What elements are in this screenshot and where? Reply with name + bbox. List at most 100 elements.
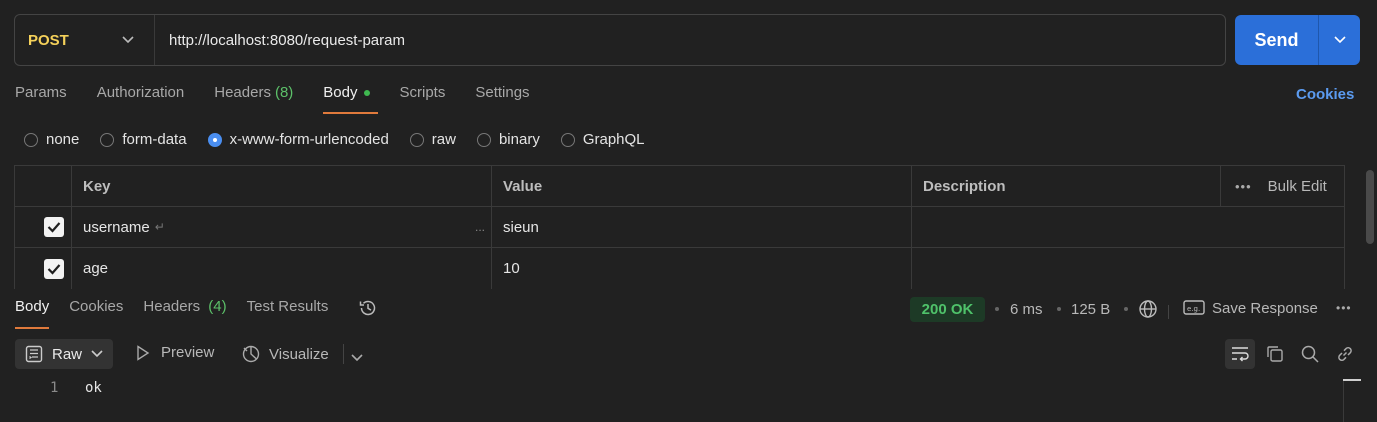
tab-label: Settings bbox=[475, 84, 530, 101]
raw-format-icon bbox=[25, 345, 43, 363]
description-cell[interactable] bbox=[912, 248, 1344, 289]
globe-icon bbox=[1139, 300, 1157, 318]
radio-raw[interactable]: raw bbox=[409, 131, 456, 148]
search-button[interactable] bbox=[1298, 342, 1322, 366]
radio-circle bbox=[476, 132, 491, 147]
method-select[interactable]: POST bbox=[15, 15, 155, 65]
visualize-button[interactable]: Visualize bbox=[241, 344, 329, 364]
radio-label: binary bbox=[498, 131, 540, 148]
tab-headers[interactable]: Headers (8) bbox=[214, 84, 293, 114]
response-size[interactable]: 125 B bbox=[1071, 301, 1110, 318]
send-options-button[interactable] bbox=[1319, 15, 1360, 65]
format-select[interactable]: Raw bbox=[15, 339, 113, 369]
divider bbox=[1168, 305, 1169, 319]
tab-label: Params bbox=[15, 84, 67, 101]
radio-label: GraphQL bbox=[582, 131, 645, 148]
history-button[interactable] bbox=[358, 298, 378, 329]
url-input[interactable] bbox=[155, 15, 1225, 65]
tab-settings[interactable]: Settings bbox=[475, 84, 529, 114]
radio-label: raw bbox=[431, 131, 456, 148]
radio-circle bbox=[24, 132, 38, 147]
radio-form-data[interactable]: form-data bbox=[100, 131, 187, 148]
save-response-label: Save Response bbox=[1212, 299, 1318, 317]
preview-label: Preview bbox=[161, 344, 215, 361]
tab-scripts[interactable]: Scripts bbox=[400, 84, 446, 114]
params-table: Key Value Description ••• Bulk Edit user… bbox=[14, 165, 1345, 289]
tab-label: Headers bbox=[214, 84, 271, 101]
value-cell[interactable]: sieun bbox=[492, 207, 912, 247]
tab-label: Authorization bbox=[96, 84, 185, 101]
body-type-selector: none form-data x-www-form-urlencoded raw… bbox=[24, 131, 666, 148]
radio-circle bbox=[409, 132, 424, 147]
radio-urlencoded[interactable]: x-www-form-urlencoded bbox=[207, 131, 389, 148]
send-button-group: Send bbox=[1235, 15, 1360, 65]
cookies-link[interactable]: Cookies bbox=[1296, 86, 1354, 103]
response-scrollbar-track[interactable] bbox=[1343, 381, 1344, 422]
value-cell[interactable]: 10 bbox=[492, 248, 912, 289]
link-button[interactable] bbox=[1333, 342, 1357, 366]
separator-dot bbox=[995, 307, 999, 311]
tab-params[interactable]: Params bbox=[15, 84, 67, 114]
radio-circle bbox=[100, 132, 115, 147]
response-time[interactable]: 6 ms bbox=[1010, 301, 1043, 318]
search-icon bbox=[1301, 345, 1319, 363]
bulk-edit-button[interactable]: Bulk Edit bbox=[1268, 178, 1327, 195]
radio-label: form-data bbox=[122, 131, 187, 148]
network-info-button[interactable] bbox=[1138, 299, 1158, 323]
description-cell[interactable] bbox=[912, 207, 1344, 247]
visualize-options-button[interactable] bbox=[351, 349, 363, 366]
svg-text:e.g.: e.g. bbox=[1187, 305, 1200, 313]
response-tab-headers[interactable]: Headers (4) bbox=[143, 298, 226, 329]
checkmark-icon bbox=[47, 222, 61, 233]
divider bbox=[343, 344, 344, 364]
body-active-dot bbox=[363, 90, 370, 96]
copy-button[interactable] bbox=[1263, 342, 1287, 366]
description-header: Description bbox=[912, 166, 1221, 206]
preview-button[interactable]: Preview bbox=[136, 344, 214, 361]
method-label: POST bbox=[28, 31, 69, 49]
response-tab-cookies[interactable]: Cookies bbox=[69, 298, 123, 329]
status-badge: 200 OK bbox=[910, 297, 985, 322]
tab-body[interactable]: Body bbox=[323, 84, 378, 114]
visualize-icon bbox=[242, 345, 260, 363]
bulk-edit-area: ••• Bulk Edit bbox=[1221, 166, 1344, 206]
row-checkbox[interactable] bbox=[44, 258, 64, 279]
wrap-lines-button[interactable] bbox=[1225, 339, 1255, 369]
row-checkbox-cell bbox=[15, 248, 72, 289]
response-body-text[interactable]: ok bbox=[85, 380, 102, 396]
response-tab-body[interactable]: Body bbox=[15, 298, 50, 329]
more-icon[interactable]: ... bbox=[475, 220, 485, 234]
radio-label: none bbox=[46, 131, 80, 148]
request-url-bar: POST bbox=[14, 14, 1226, 66]
table-row: username ↵ ... sieun bbox=[15, 207, 1344, 248]
history-icon bbox=[360, 300, 376, 316]
send-button[interactable]: Send bbox=[1235, 15, 1319, 65]
radio-binary[interactable]: binary bbox=[476, 131, 540, 148]
radio-label: x-www-form-urlencoded bbox=[229, 131, 389, 148]
key-cell[interactable]: username ↵ ... bbox=[72, 207, 492, 247]
chevron-down-icon bbox=[351, 354, 363, 362]
request-tabs: Params Authorization Headers (8) Body Scr… bbox=[15, 84, 560, 114]
format-label: Raw bbox=[52, 345, 83, 363]
table-header-row: Key Value Description ••• Bulk Edit bbox=[15, 166, 1344, 207]
value-header: Value bbox=[492, 166, 912, 206]
separator-dot bbox=[1057, 307, 1061, 311]
row-checkbox-cell bbox=[15, 207, 72, 247]
chevron-down-icon bbox=[91, 350, 103, 358]
tab-label: Scripts bbox=[399, 84, 446, 101]
chevron-down-icon bbox=[122, 36, 134, 44]
headers-count: (8) bbox=[274, 84, 294, 101]
radio-graphql[interactable]: GraphQL bbox=[560, 131, 645, 148]
chevron-down-icon bbox=[1333, 36, 1346, 44]
params-scrollbar[interactable] bbox=[1366, 170, 1374, 244]
tab-authorization[interactable]: Authorization bbox=[97, 84, 185, 114]
response-tab-test-results[interactable]: Test Results bbox=[247, 298, 329, 329]
save-response-button[interactable]: e.g. Save Response bbox=[1183, 299, 1318, 317]
response-tabs: Body Cookies Headers (4) Test Results bbox=[15, 298, 398, 329]
more-icon[interactable]: ••• bbox=[1235, 179, 1252, 194]
more-options-icon[interactable]: ••• bbox=[1336, 301, 1352, 315]
radio-none[interactable]: none bbox=[24, 131, 79, 148]
copy-icon bbox=[1267, 346, 1283, 362]
row-checkbox[interactable] bbox=[44, 217, 64, 237]
key-cell[interactable]: age bbox=[72, 248, 492, 289]
